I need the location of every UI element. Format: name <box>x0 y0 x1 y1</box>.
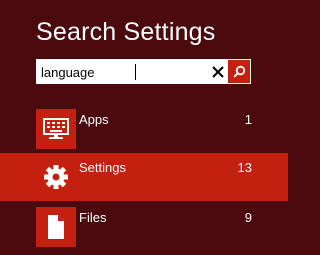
search-input[interactable] <box>41 63 201 81</box>
files-tile <box>36 207 76 247</box>
file-icon <box>48 215 64 239</box>
result-item-label: Apps <box>79 112 109 127</box>
result-item-settings[interactable]: Settings 13 <box>0 153 288 201</box>
gear-icon <box>44 165 68 189</box>
close-icon <box>212 65 224 78</box>
search-button[interactable] <box>228 60 250 83</box>
search-box[interactable] <box>36 59 251 84</box>
result-item-files[interactable]: Files 9 <box>0 203 288 251</box>
result-item-apps[interactable]: Apps 1 <box>0 105 288 153</box>
result-item-count: 13 <box>237 160 252 175</box>
settings-tile <box>36 157 76 197</box>
result-item-count: 9 <box>244 210 252 225</box>
text-caret <box>135 64 136 80</box>
clear-button[interactable] <box>207 60 229 83</box>
search-pane: Search Settings language Apps 1 Settings… <box>0 0 288 255</box>
apps-tile <box>36 109 76 149</box>
search-icon <box>232 65 245 78</box>
pane-title: Search Settings <box>36 18 216 46</box>
result-item-label: Files <box>79 210 107 225</box>
result-item-count: 1 <box>244 112 252 127</box>
result-item-label: Settings <box>79 160 126 175</box>
apps-keyboard-icon <box>43 118 69 139</box>
